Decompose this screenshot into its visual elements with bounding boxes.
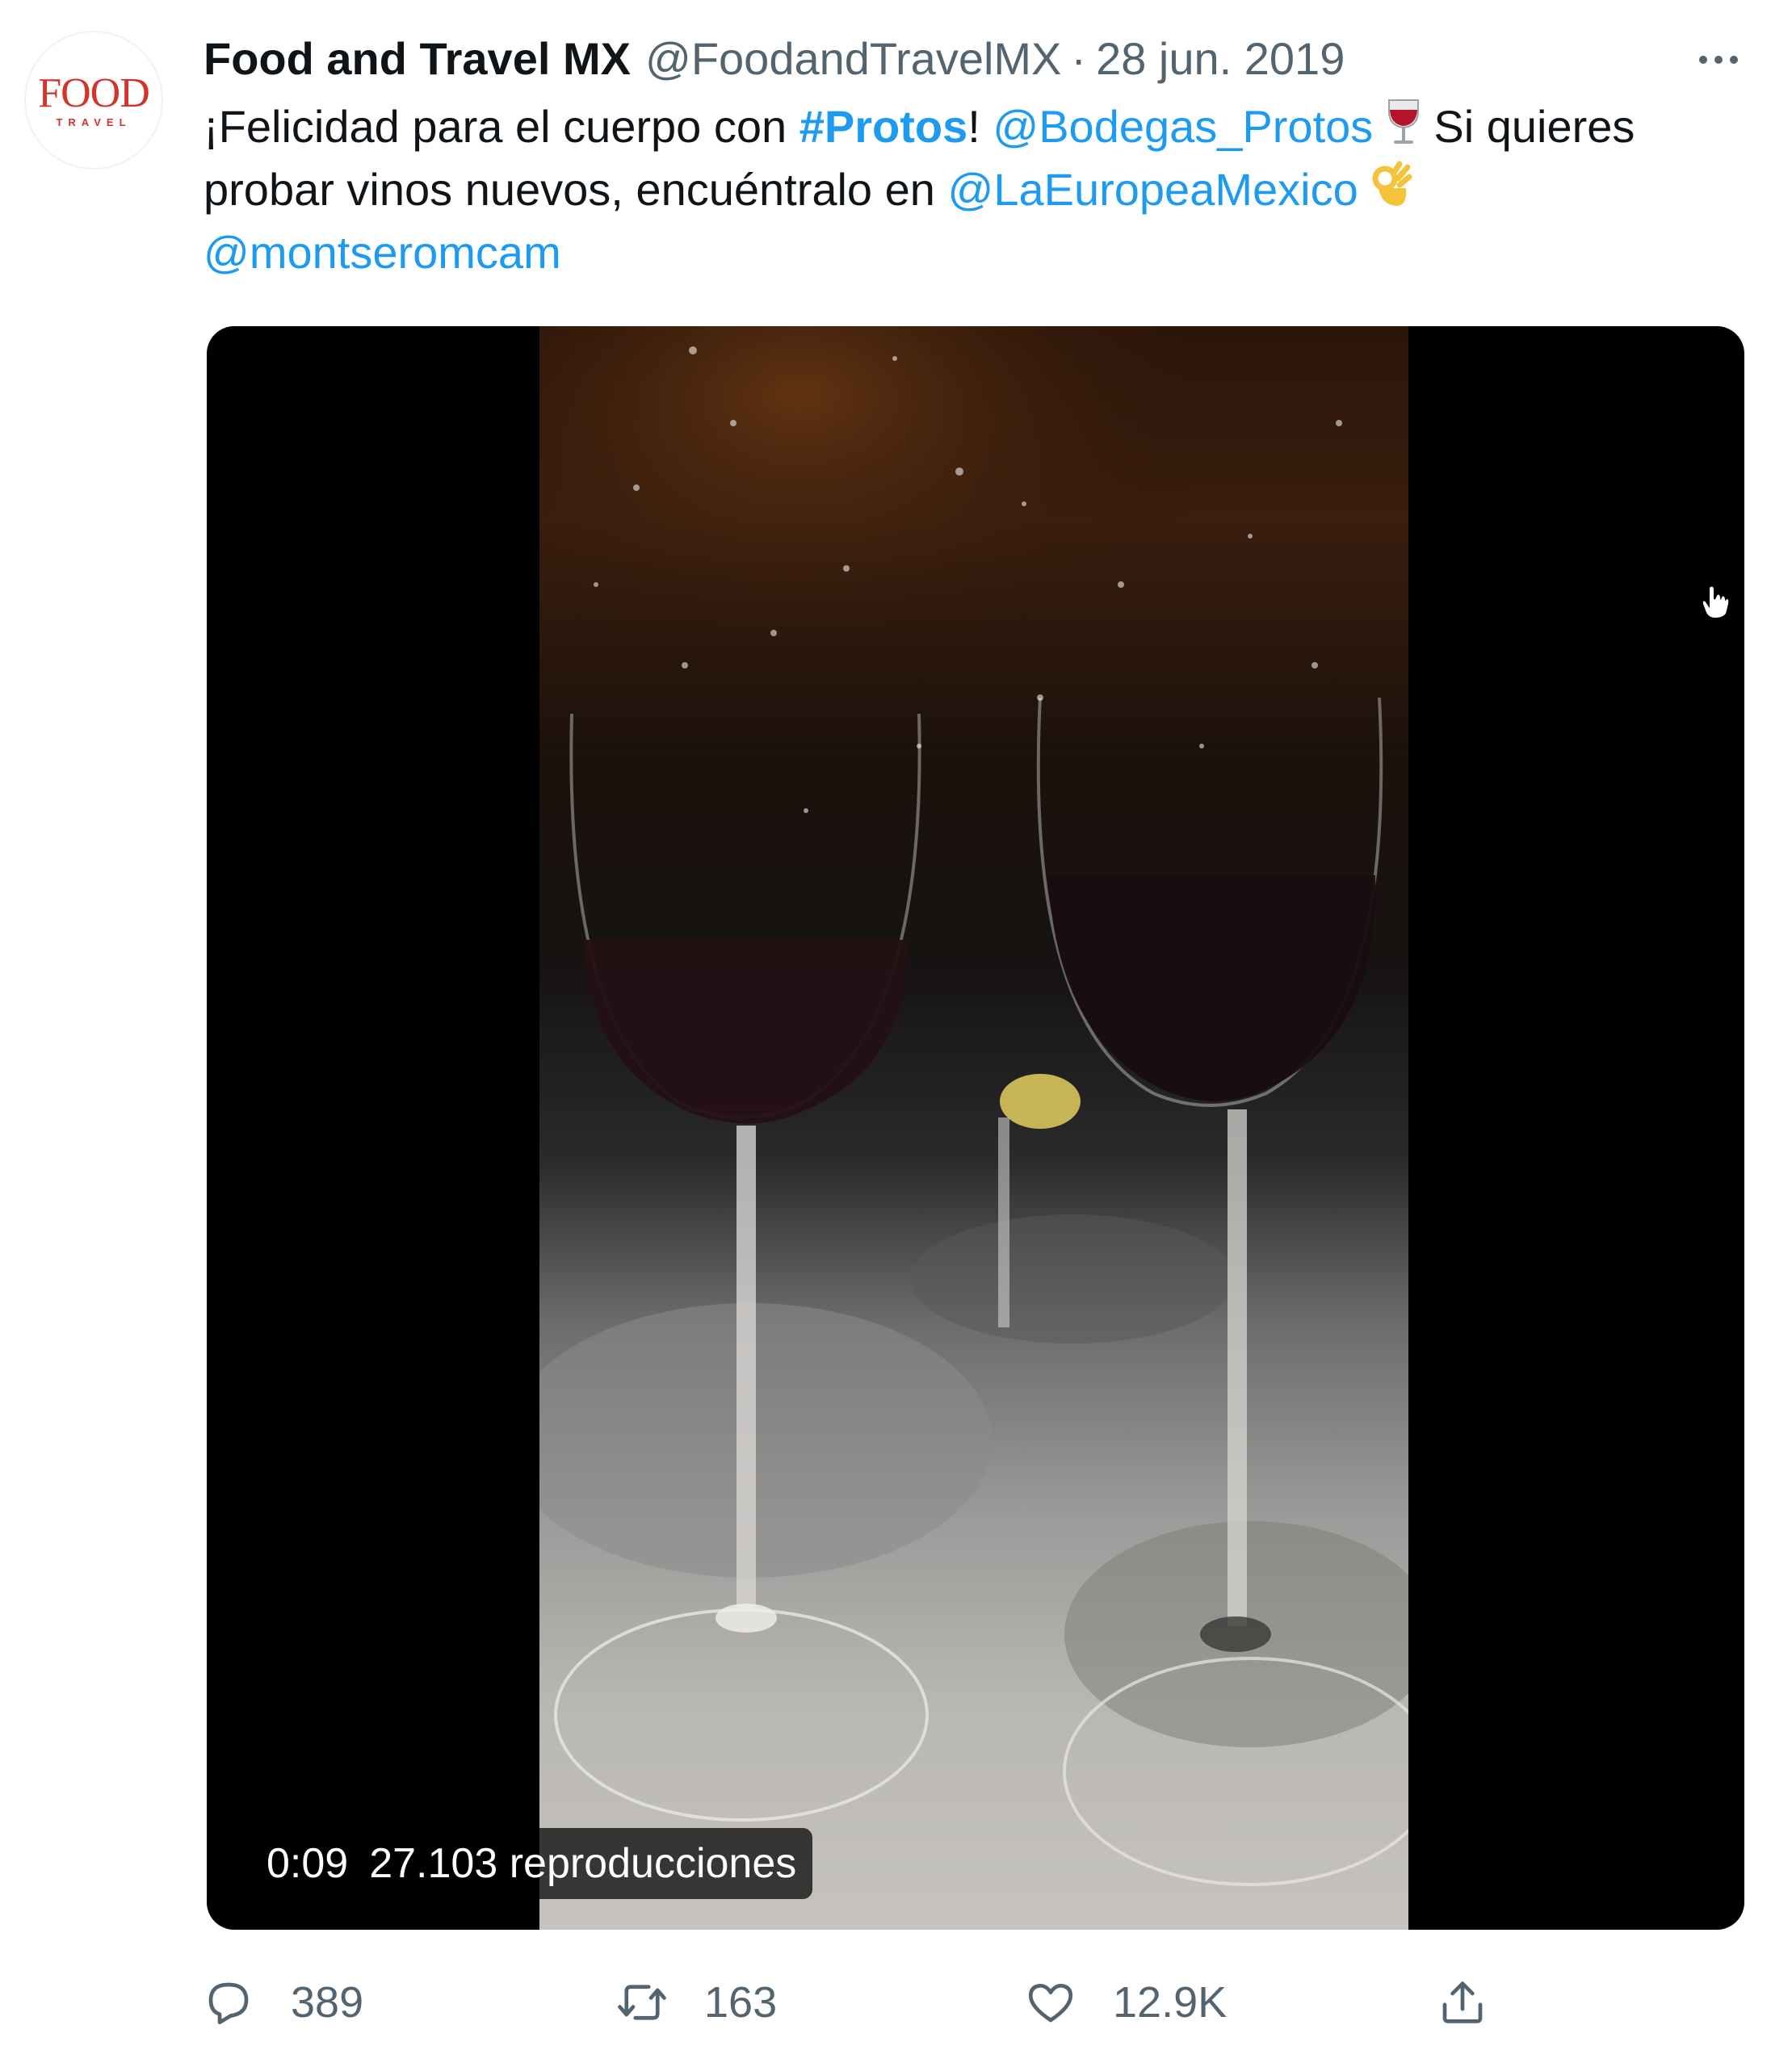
display-name[interactable]: Food and Travel MX (204, 31, 631, 87)
video-views: 27.103 reproducciones (369, 1840, 797, 1887)
heart-icon (1028, 1984, 1073, 2023)
share-button[interactable] (1436, 1970, 1489, 2035)
tweet-line-3: @montseromcam (204, 221, 1762, 284)
avatar-logo-sub: TRAVEL (56, 115, 132, 128)
tweet-line-2: probar vinos nuevos, encuéntralo en @LaE… (204, 158, 1762, 221)
wine-glass-emoji (1386, 97, 1421, 163)
tweet-text-segment: Si quieres (1421, 101, 1635, 152)
action-bar: 389 163 12.9K (202, 1970, 1752, 2035)
like-count: 12.9K (1113, 1978, 1228, 2027)
reply-icon (208, 1982, 249, 2025)
more-horizontal-icon[interactable] (1688, 36, 1749, 84)
wine-glasses-scene (539, 326, 1408, 1886)
tweet-text-segment: ¡Felicidad para el cuerpo con (204, 101, 799, 152)
tweet-line-1: ¡Felicidad para el cuerpo con #Protos! @… (204, 95, 1762, 158)
pointer-cursor-icon (1701, 585, 1731, 620)
avatar-logo-main: FOOD (38, 69, 150, 116)
retweet-count: 163 (704, 1978, 778, 2027)
tweet-text-segment: ! (967, 101, 980, 152)
ok-hand-emoji (1370, 161, 1412, 225)
reply-button[interactable]: 389 (202, 1970, 363, 2035)
mention-link[interactable]: @Bodegas_Protos (993, 101, 1373, 152)
reply-count: 389 (291, 1978, 364, 2027)
tweet-date[interactable]: 28 jun. 2019 (1096, 31, 1345, 87)
hashtag-link[interactable]: #Protos (799, 101, 968, 152)
user-handle[interactable]: @FoodandTravelMX (645, 31, 1061, 87)
tweet-text-segment: probar vinos nuevos, encuéntralo en (204, 164, 948, 215)
tweet-header: Food and Travel MX @FoodandTravelMX · 28… (204, 31, 1738, 87)
video-time: 0:09 (266, 1840, 349, 1887)
like-button[interactable]: 12.9K (1024, 1970, 1227, 2035)
retweet-icon (618, 1985, 666, 2020)
video-frame (539, 326, 1408, 1930)
retweet-button[interactable]: 163 (615, 1970, 777, 2035)
avatar[interactable]: FOOD TRAVEL (24, 31, 163, 170)
video-stats-badge: 0:09 27.103 reproducciones (250, 1828, 813, 1899)
tweet[interactable]: FOOD TRAVEL Food and Travel MX @FoodandT… (0, 0, 1792, 2067)
video-player[interactable]: 0:09 27.103 reproducciones (207, 326, 1744, 1930)
mention-link[interactable]: @montseromcam (204, 227, 561, 278)
separator: · (1071, 33, 1087, 84)
tweet-text: ¡Felicidad para el cuerpo con #Protos! @… (204, 95, 1762, 284)
mention-link[interactable]: @LaEuropeaMexico (947, 164, 1358, 215)
share-icon (1442, 1981, 1483, 2023)
